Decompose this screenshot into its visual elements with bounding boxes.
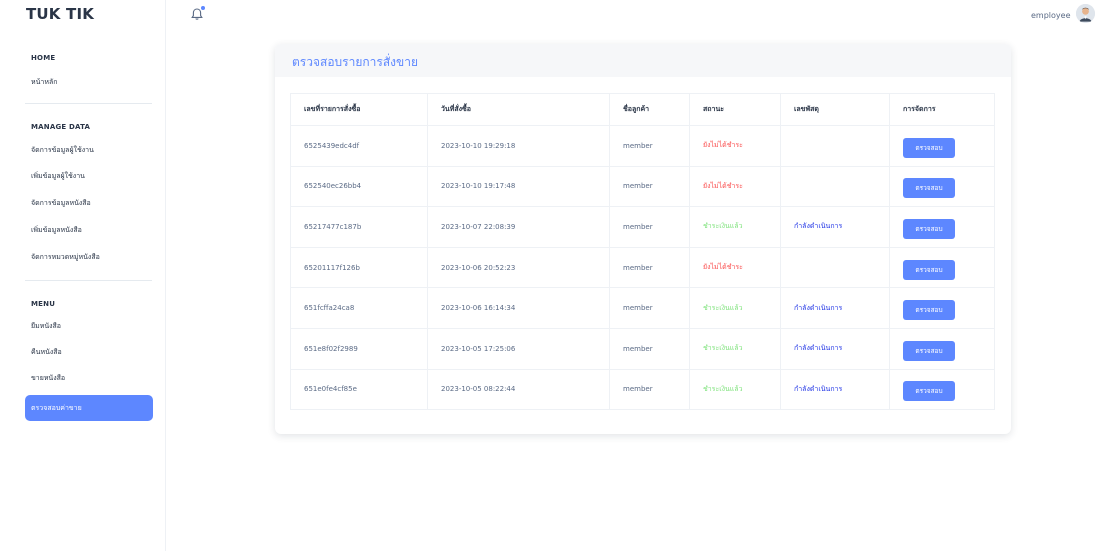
user-role-label: employee [1031,11,1071,20]
customer-cell: member [609,287,690,329]
action-cell: ตรวจสอบ [889,246,995,289]
order-id-cell: 652540ec26bb4 [290,165,428,208]
order-id-cell: 651fcffa24ca8 [290,287,428,329]
order-id-cell: 65201117f126b [290,246,428,289]
order-id-cell: 651e8f02f2989 [290,327,428,370]
tracking-cell [780,125,890,167]
action-cell: ตรวจสอบ [889,206,995,248]
status-cell: ชำระเงินแล้ว [689,327,781,370]
sidebar-item-add-book[interactable]: เพิ่มข้อมูลหนังสือ [25,218,153,242]
status-cell: ชำระเงินแล้ว [689,206,781,248]
order-date-cell: 2023-10-10 19:17:48 [427,165,610,208]
brand-logo[interactable]: TUK TIK [26,5,94,23]
check-order-button[interactable]: ตรวจสอบ [903,300,955,321]
sidebar: TUK TIK HOME หน้าหลัก MANAGE DATA จัดการ… [0,0,166,551]
customer-cell: member [609,246,690,289]
table-header-row: เลขที่รายการสั่งซื้อ วันที่สั่งซื้อ ชื่อ… [290,93,995,126]
order-date-cell: 2023-10-06 20:52:23 [427,246,610,289]
tracking-cell [780,246,890,289]
customer-cell: member [609,125,690,167]
customer-cell: member [609,165,690,208]
customer-cell: member [609,368,690,411]
order-id-cell: 6525439edc4df [290,125,428,167]
table-row: 65201117f126b 2023-10-06 20:52:23 member… [290,246,995,289]
sidebar-item-manage-users[interactable]: จัดการข้อมูลผู้ใช้งาน [25,138,153,162]
column-header-actions: การจัดการ [889,93,995,126]
order-date-cell: 2023-10-05 17:25:06 [427,327,610,370]
sidebar-item-add-user[interactable]: เพิ่มข้อมูลผู้ใช้งาน [25,164,153,188]
check-order-button[interactable]: ตรวจสอบ [903,381,955,402]
column-header-tracking: เลขพัสดุ [780,93,890,126]
sidebar-item-borrow-book[interactable]: ยืมหนังสือ [25,314,153,338]
notification-dot [201,6,205,10]
order-date-cell: 2023-10-05 08:22:44 [427,368,610,411]
action-cell: ตรวจสอบ [889,165,995,208]
status-cell: ชำระเงินแล้ว [689,368,781,411]
order-id-cell: 65217477c187b [290,206,428,248]
card-title: ตรวจสอบรายการสั่งขาย [292,55,418,69]
check-order-button[interactable]: ตรวจสอบ [903,340,955,361]
sidebar-item-home[interactable]: หน้าหลัก [25,70,153,94]
action-cell: ตรวจสอบ [889,125,995,167]
sales-check-card: ตรวจสอบรายการสั่งขาย เลขที่รายการสั่งซื้… [275,44,1011,434]
column-header-order-date: วันที่สั่งซื้อ [427,93,610,126]
tracking-cell: กำลังดำเนินการ [780,368,890,411]
action-cell: ตรวจสอบ [889,327,995,370]
sidebar-item-sell-book[interactable]: ขายหนังสือ [25,366,153,390]
order-date-cell: 2023-10-10 19:29:18 [427,125,610,167]
avatar-icon-graphic [1076,4,1095,23]
column-header-customer: ชื่อลูกค้า [609,93,690,126]
table-row: 651e8f02f2989 2023-10-05 17:25:06 member… [290,327,995,370]
orders-table: เลขที่รายการสั่งซื้อ วันที่สั่งซื้อ ชื่อ… [290,93,995,411]
tracking-cell: กำลังดำเนินการ [780,287,890,329]
sidebar-item-manage-categories[interactable]: จัดการหมวดหมู่หนังสือ [25,245,153,269]
action-cell: ตรวจสอบ [889,368,995,411]
tracking-cell: กำลังดำเนินการ [780,206,890,248]
order-id-cell: 651e0fe4cf85e [290,368,428,411]
sidebar-item-check-sales[interactable]: ตรวจสอบค่าขาย [25,395,153,421]
column-header-status: สถานะ [689,93,781,126]
order-date-cell: 2023-10-06 16:14:34 [427,287,610,329]
check-order-button[interactable]: ตรวจสอบ [903,218,955,239]
check-order-button[interactable]: ตรวจสอบ [903,259,955,280]
order-date-cell: 2023-10-07 22:08:39 [427,206,610,248]
check-order-button[interactable]: ตรวจสอบ [903,137,955,158]
table-row: 652540ec26bb4 2023-10-10 19:17:48 member… [290,165,995,208]
action-cell: ตรวจสอบ [889,287,995,329]
customer-cell: member [609,327,690,370]
card-header: ตรวจสอบรายการสั่งขาย [275,44,1011,77]
sidebar-item-return-book[interactable]: คืนหนังสือ [25,340,153,364]
table-row: 651fcffa24ca8 2023-10-06 16:14:34 member… [290,287,995,329]
table-row: 6525439edc4df 2023-10-10 19:29:18 member… [290,125,995,167]
check-order-button[interactable]: ตรวจสอบ [903,178,955,199]
avatar-icon[interactable] [1076,4,1095,23]
sidebar-divider [25,103,152,104]
nav-caption-menu: MENU [31,300,56,308]
status-cell: ยังไม่ได้ชำระ [689,246,781,289]
nav-caption-manage-data: MANAGE DATA [31,123,91,131]
sidebar-item-manage-books[interactable]: จัดการข้อมูลหนังสือ [25,191,153,215]
status-cell: ชำระเงินแล้ว [689,287,781,329]
column-header-order-id: เลขที่รายการสั่งซื้อ [290,93,428,126]
nav-caption-home: HOME [31,54,56,62]
status-cell: ยังไม่ได้ชำระ [689,125,781,167]
tracking-cell: กำลังดำเนินการ [780,327,890,370]
table-row: 651e0fe4cf85e 2023-10-05 08:22:44 member… [290,368,995,411]
tracking-cell [780,165,890,208]
sidebar-divider [25,280,152,281]
customer-cell: member [609,206,690,248]
status-cell: ยังไม่ได้ชำระ [689,165,781,208]
table-row: 65217477c187b 2023-10-07 22:08:39 member… [290,206,995,248]
